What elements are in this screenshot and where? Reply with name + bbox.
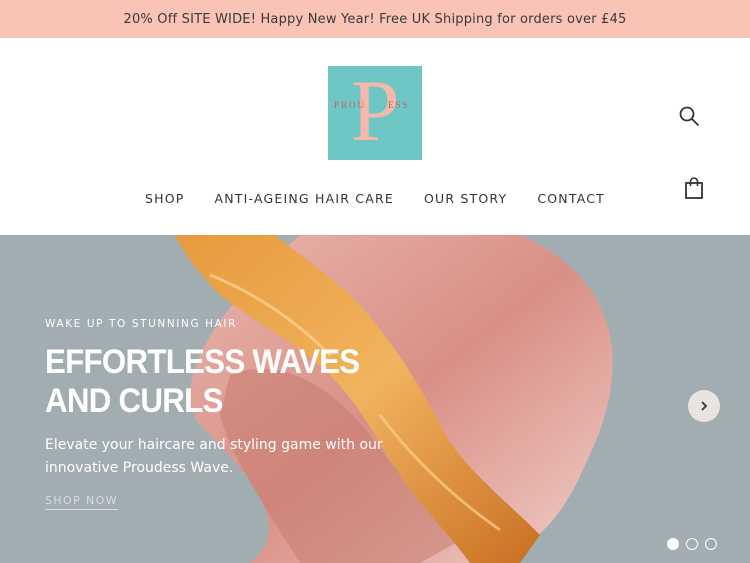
announcement-text: 20% Off SITE WIDE! Happy New Year! Free … <box>123 11 627 27</box>
logo-text-right: ESS <box>388 100 410 110</box>
nav-item-contact[interactable]: CONTACT <box>537 191 605 206</box>
nav-item-our-story[interactable]: OUR STORY <box>424 191 507 206</box>
shop-now-link[interactable]: SHOP NOW <box>45 494 119 510</box>
main-nav: SHOP ANTI-AGEING HAIR CARE OUR STORY CON… <box>0 188 750 208</box>
hero-title: EFFORTLESS WAVES AND CURLS <box>45 343 360 420</box>
chevron-right-icon <box>701 401 708 411</box>
brand-logo[interactable]: P PROU ESS <box>328 66 422 160</box>
site-header: P PROU ESS SHOP ANTI-AGEING HAIR CARE OU… <box>0 38 750 235</box>
nav-item-shop[interactable]: SHOP <box>145 191 185 206</box>
logo-text-left: PROU <box>334 100 367 110</box>
nav-item-anti-ageing-hair-care[interactable]: ANTI-AGEING HAIR CARE <box>215 191 394 206</box>
hero-description: Elevate your haircare and styling game w… <box>45 437 383 476</box>
slide-dot-2[interactable] <box>686 538 698 550</box>
hero-banner: WAKE UP TO STUNNING HAIR EFFORTLESS WAVE… <box>0 235 750 563</box>
slide-dot-3[interactable] <box>705 538 717 550</box>
hero-eyebrow: WAKE UP TO STUNNING HAIR <box>45 318 237 330</box>
logo-letter: P <box>350 66 400 160</box>
search-icon[interactable] <box>677 104 701 128</box>
next-slide-button[interactable] <box>688 390 720 422</box>
slide-indicators <box>667 538 717 550</box>
slide-dot-1[interactable] <box>667 538 679 550</box>
announcement-bar: 20% Off SITE WIDE! Happy New Year! Free … <box>0 0 750 38</box>
